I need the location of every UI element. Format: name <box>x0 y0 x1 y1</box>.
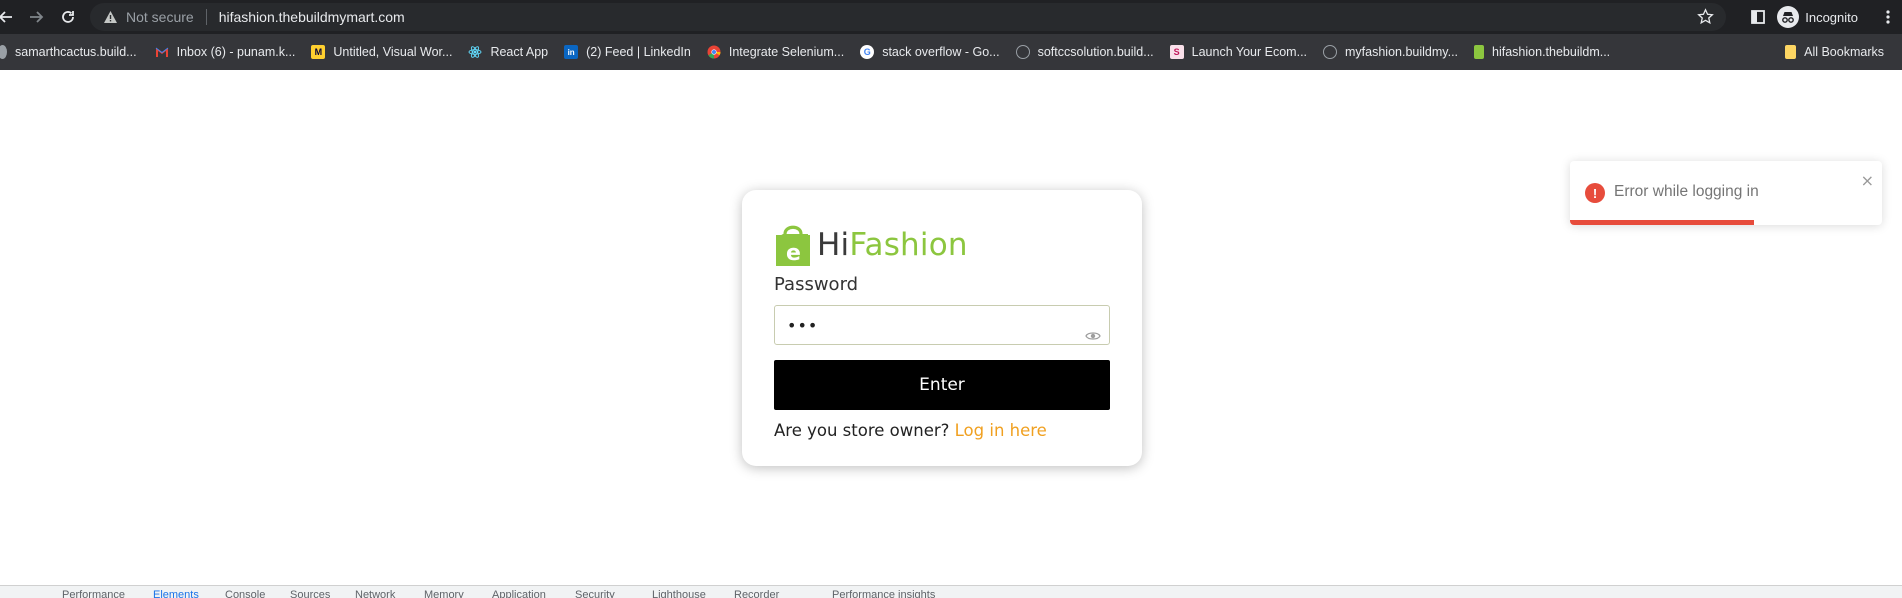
bookmark-label: Untitled, Visual Wor... <box>333 45 453 59</box>
enter-button[interactable]: Enter <box>774 360 1110 410</box>
password-label: Password <box>774 274 859 295</box>
error-icon: ! <box>1585 183 1605 203</box>
logo-fashion: Fashion <box>849 227 968 263</box>
forward-button[interactable] <box>22 3 50 31</box>
bookmark-item[interactable]: Inbox (6) - punam.k... <box>153 39 304 65</box>
devtools-tab[interactable]: Performance insights <box>832 589 935 598</box>
all-bookmarks-button[interactable]: All Bookmarks <box>1783 39 1892 65</box>
bookmark-label: hifashion.thebuildm... <box>1492 45 1611 59</box>
more-menu-icon[interactable] <box>1874 10 1902 24</box>
devtools-tab[interactable]: Security <box>575 589 615 598</box>
incognito-badge[interactable]: Incognito <box>1773 4 1868 30</box>
bookmarks-bar: samarthcactus.build... Inbox (6) - punam… <box>0 34 1902 70</box>
all-bookmarks-label: All Bookmarks <box>1804 45 1884 59</box>
incognito-icon <box>1777 6 1800 28</box>
globe-icon <box>1015 45 1030 59</box>
linkedin-icon: in <box>564 45 579 59</box>
bookmark-item[interactable]: G stack overflow - Go... <box>858 39 1007 65</box>
arrow-right-icon <box>30 11 44 23</box>
divider <box>205 9 207 25</box>
back-button[interactable] <box>0 3 20 31</box>
browser-toolbar: Not secure hifashion.thebuildmymart.com … <box>0 0 1902 34</box>
bookmark-item[interactable]: samarthcactus.build... <box>0 39 145 65</box>
devtools-tab[interactable]: Network <box>355 589 395 598</box>
toolbar-right: Incognito <box>1743 0 1902 34</box>
devtools-panel: Performance Elements Console Sources Network… <box>0 585 1902 598</box>
password-input[interactable] <box>774 305 1110 345</box>
login-card: e HiFashion Password Enter Are you store… <box>742 190 1142 466</box>
url-text[interactable]: hifashion.thebuildmymart.com <box>219 9 405 25</box>
chrome-icon <box>707 45 721 59</box>
devtools-tab[interactable]: Memory <box>424 589 464 598</box>
reload-button[interactable] <box>54 3 82 31</box>
toast-message: Error while logging in <box>1614 183 1759 200</box>
toast-progress-bar <box>1570 220 1755 225</box>
bookmark-item[interactable]: softccsolution.build... <box>1014 39 1162 65</box>
bookmark-item[interactable]: in (2) Feed | LinkedIn <box>562 39 699 65</box>
devtools-tab[interactable]: Elements <box>153 589 199 598</box>
devtools-tab[interactable]: Recorder <box>734 589 779 598</box>
bookmark-label: samarthcactus.build... <box>15 45 137 59</box>
arrow-left-icon <box>0 11 12 23</box>
bookmark-item[interactable]: M Untitled, Visual Wor... <box>309 39 460 65</box>
reload-icon <box>62 11 74 23</box>
security-status[interactable]: Not secure <box>126 9 194 25</box>
incognito-label: Incognito <box>1805 9 1858 25</box>
bookmark-label: Inbox (6) - punam.k... <box>176 45 296 59</box>
svg-text:e: e <box>786 241 801 266</box>
error-toast: ! Error while logging in × <box>1570 161 1882 225</box>
devtools-tab[interactable]: Performance <box>62 589 125 598</box>
gmail-icon <box>155 45 169 59</box>
hifashion-icon <box>1474 45 1485 59</box>
logo-wordmark: HiFashion <box>817 227 968 263</box>
globe-icon <box>1323 45 1338 59</box>
bookmark-item[interactable]: myfashion.buildmy... <box>1321 39 1466 65</box>
hifashion-logo: e HiFashion <box>774 222 968 268</box>
devtools-tab[interactable]: Lighthouse <box>652 589 706 598</box>
address-bar[interactable]: Not secure hifashion.thebuildmymart.com <box>90 3 1726 31</box>
bookmark-label: Launch Your Ecom... <box>1191 45 1308 59</box>
miro-icon: M <box>311 45 326 59</box>
warning-icon <box>102 9 118 25</box>
side-panel-icon[interactable] <box>1743 10 1773 24</box>
folder-icon <box>1785 45 1797 59</box>
bookmark-star-icon[interactable] <box>1697 8 1714 29</box>
close-icon[interactable]: × <box>1861 171 1874 190</box>
bookmark-label: myfashion.buildmy... <box>1345 45 1459 59</box>
google-icon: G <box>860 45 875 59</box>
shopping-bag-icon: e <box>774 222 812 268</box>
globe-icon <box>0 45 7 59</box>
bookmark-label: (2) Feed | LinkedIn <box>586 45 691 59</box>
store-icon: S <box>1169 45 1184 59</box>
bookmark-label: Integrate Selenium... <box>728 45 845 59</box>
bookmark-label: React App <box>490 45 549 59</box>
bookmark-item[interactable]: React App <box>466 39 556 65</box>
bookmark-label: softccsolution.build... <box>1037 45 1154 59</box>
bookmark-item[interactable]: S Launch Your Ecom... <box>1168 39 1315 65</box>
bookmark-item[interactable]: hifashion.thebuildm... <box>1472 39 1618 65</box>
owner-question: Are you store owner? <box>774 421 950 440</box>
devtools-tab[interactable]: Console <box>225 589 265 598</box>
page-content: e HiFashion Password Enter Are you store… <box>0 70 1902 585</box>
owner-login-link[interactable]: Log in here <box>955 421 1047 440</box>
logo-hi: Hi <box>817 227 850 263</box>
devtools-tab[interactable]: Application <box>492 589 546 598</box>
react-icon <box>468 45 482 59</box>
bookmark-label: stack overflow - Go... <box>882 45 1000 59</box>
devtools-tab[interactable]: Sources <box>290 589 330 598</box>
bookmark-item[interactable]: Integrate Selenium... <box>705 39 852 65</box>
store-owner-prompt: Are you store owner? Log in here <box>774 421 1047 440</box>
eye-icon[interactable] <box>1085 327 1103 340</box>
